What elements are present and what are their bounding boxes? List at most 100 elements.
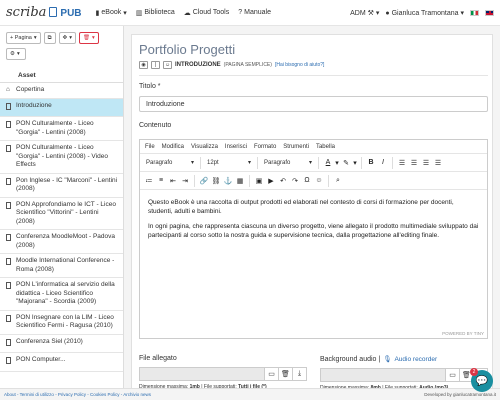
menu-file[interactable]: File	[145, 144, 155, 150]
menu-strumenti[interactable]: Strumenti	[283, 144, 309, 150]
italian-flag-icon[interactable]	[470, 9, 479, 16]
file-upload-label: File allegato	[139, 355, 177, 362]
search-icon[interactable]: ⌕	[332, 175, 344, 187]
list-item[interactable]: ⌂ Copertina	[0, 83, 123, 99]
bullet-list-icon[interactable]: ≔	[143, 175, 155, 187]
top-navbar: scriba PUB ▮ eBook ▾ ▥ Biblioteca ☁ Cloud To…	[0, 0, 500, 26]
editor-content[interactable]: Questo eBook è una raccolta di output pr…	[140, 190, 487, 254]
list-item[interactable]: Conferenza Siel (2010)	[0, 335, 123, 353]
list-item[interactable]: PON Culturalmente - Liceo "Gorgia" - Len…	[0, 117, 123, 141]
footer-credit[interactable]: Developed by gianlucatramontana.it	[424, 392, 496, 397]
section-label: INTRODUZIONE	[175, 62, 221, 68]
eye-icon[interactable]: ◉	[139, 61, 148, 69]
menu-inserisci[interactable]: Inserisci	[225, 144, 247, 150]
duplicate-button[interactable]: ⧉	[43, 32, 56, 44]
sidebar-toolbar-2: ⚙ ▾	[0, 44, 123, 60]
audio-recorder-link[interactable]: Audio recorder	[394, 356, 437, 363]
list-item[interactable]: Moodle International Conference - Roma (…	[0, 254, 123, 278]
folder-open-icon[interactable]: ▭	[265, 367, 279, 381]
footer-links[interactable]: About - Termini di utilizzo - Privacy Po…	[4, 392, 151, 397]
unlink-icon[interactable]: ⛓	[210, 175, 222, 187]
nav-ebook[interactable]: ▮ eBook ▾	[96, 9, 127, 17]
code-icon[interactable]: Ω	[301, 175, 313, 187]
english-flag-icon[interactable]	[485, 9, 494, 16]
separator	[361, 156, 362, 169]
table-icon[interactable]: ▦	[234, 175, 246, 187]
text-color-icon[interactable]: A	[322, 157, 334, 169]
menu-visualizza[interactable]: Visualizza	[191, 144, 218, 150]
block-format-select[interactable]: Paragrafo ▾	[143, 157, 197, 169]
list-item[interactable]: PON Culturalmente - Liceo "Gorgia" - Len…	[0, 141, 123, 174]
tools-icon: ⚒	[367, 9, 374, 17]
list-item[interactable]: PON Insegnare con la LIM - Liceo Scienti…	[0, 311, 123, 335]
nav-cloud-tools[interactable]: ☁ Cloud Tools	[184, 9, 229, 17]
indent-icon[interactable]: ⇥	[179, 175, 191, 187]
separator	[318, 156, 319, 169]
separator	[257, 156, 258, 169]
add-page-button[interactable]: + Pagina ▾	[6, 32, 41, 44]
editor-toolbar-1: Paragrafo ▾ 12pt ▾ Paragrafo ▾ A ▾ ✎ ▾ B I ☰ …	[140, 154, 487, 172]
audio-upload: Background audio |🎙Audio recorder ▭ 🗑 ▶ …	[320, 355, 488, 391]
redo-icon[interactable]: ↷	[289, 175, 301, 187]
toggle-icon[interactable]: |	[151, 61, 160, 69]
user-menu[interactable]: ● Gianluca Tramontana ▾	[385, 9, 464, 17]
nav-manuale[interactable]: ? Manuale	[238, 9, 271, 17]
trash-icon[interactable]: 🗑	[279, 367, 293, 381]
page-icon	[6, 356, 13, 368]
image-icon[interactable]: ▣	[253, 175, 265, 187]
numbered-list-icon[interactable]: ≡	[155, 175, 167, 187]
font-family-select[interactable]: Paragrafo ▾	[261, 157, 315, 169]
chevron-down-icon[interactable]: ▾	[352, 157, 358, 169]
list-item[interactable]: Conferenza MoodleMoot - Padova (2008)	[0, 230, 123, 254]
powered-by[interactable]: POWERED BY TINY	[442, 331, 484, 336]
media-icon[interactable]: ▶	[265, 175, 277, 187]
align-right-icon[interactable]: ☰	[420, 157, 432, 169]
help-link[interactable]: [Hai bisogno di aiuto?]	[275, 62, 324, 68]
align-center-icon[interactable]: ☰	[408, 157, 420, 169]
italic-icon[interactable]: I	[377, 157, 389, 169]
chat-button[interactable]: 💬 2	[470, 368, 493, 392]
file-field[interactable]	[139, 367, 265, 381]
nav-biblioteca[interactable]: ▥ Biblioteca	[136, 9, 175, 17]
folder-open-icon[interactable]: ▭	[446, 368, 460, 382]
list-item[interactable]: PON Computer...	[0, 353, 123, 372]
users-icon[interactable]: ☺	[163, 61, 172, 69]
emoticon-icon[interactable]: ☺	[313, 175, 325, 187]
undo-icon[interactable]: ↶	[277, 175, 289, 187]
delete-button[interactable]: 🗑 ▾	[78, 32, 99, 44]
list-item[interactable]: PON Approfondiamo le ICT - Liceo Scienti…	[0, 198, 123, 230]
list-item[interactable]: PON L'informatica al servizio della dida…	[0, 278, 123, 311]
separator	[328, 174, 329, 187]
cloud-icon: ☁	[183, 9, 191, 17]
move-button[interactable]: ✥ ▾	[58, 32, 76, 44]
list-item[interactable]: Introduzione	[0, 98, 123, 117]
adm-menu[interactable]: ADM ⚒ ▾	[350, 9, 379, 17]
section-info: ◉ | ☺ INTRODUZIONE (PAGINA SEMPLICE) [Ha…	[139, 61, 324, 69]
menu-formato[interactable]: Formato	[254, 144, 276, 150]
download-icon[interactable]: ⤓	[293, 367, 307, 381]
align-left-icon[interactable]: ☰	[396, 157, 408, 169]
settings-button[interactable]: ⚙ ▾	[6, 48, 26, 60]
chat-icon: 💬	[475, 375, 489, 387]
asset-sidebar: + Pagina ▾ ⧉ ✥ ▾ 🗑 ▾ ⚙ ▾ Asset ⌂ Copertina In…	[0, 26, 124, 388]
chevron-down-icon: ▾	[308, 160, 312, 166]
bold-icon[interactable]: B	[365, 157, 377, 169]
link-icon[interactable]: 🔗	[198, 175, 210, 187]
editor-card: Portfolio Progetti ◉ | ☺ INTRODUZIONE (P…	[131, 34, 493, 394]
outdent-icon[interactable]: ⇤	[167, 175, 179, 187]
font-size-select[interactable]: 12pt ▾	[204, 157, 254, 169]
copy-icon: ⧉	[47, 34, 52, 41]
menu-modifica[interactable]: Modifica	[162, 144, 184, 150]
asset-list: ⌂ Copertina Introduzione PON Culturalment…	[0, 83, 123, 372]
title-input[interactable]: Introduzione	[139, 96, 488, 112]
chevron-down-icon: ▾	[460, 9, 464, 17]
align-justify-icon[interactable]: ☰	[432, 157, 444, 169]
highlight-icon[interactable]: ✎	[340, 157, 352, 169]
scribapub-logo[interactable]: scriba PUB	[6, 5, 82, 20]
chevron-down-icon: ▾	[33, 35, 37, 41]
anchor-icon[interactable]: ⚓	[222, 175, 234, 187]
menu-tabella[interactable]: Tabella	[316, 144, 335, 150]
list-item[interactable]: Pon Inglese - IC "Marconi" - Lentini (20…	[0, 174, 123, 198]
audio-field[interactable]	[320, 368, 446, 382]
page-icon	[6, 102, 13, 114]
